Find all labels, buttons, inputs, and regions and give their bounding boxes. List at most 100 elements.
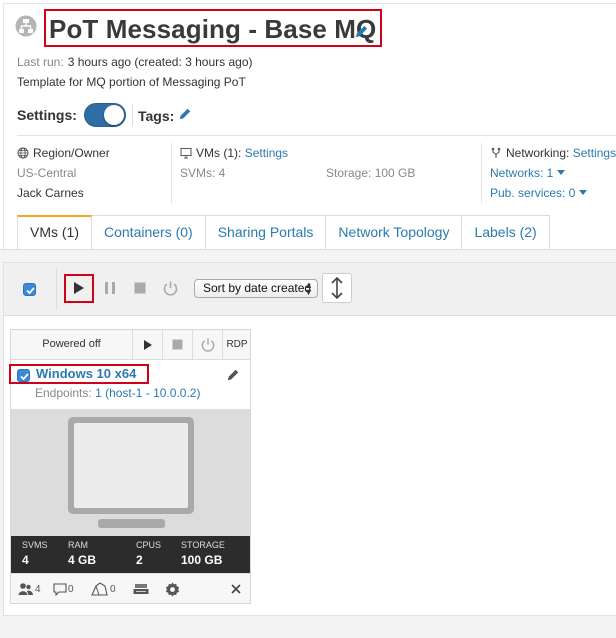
stat-label: SVMS xyxy=(22,540,48,550)
vm-select-checkbox[interactable] xyxy=(17,369,30,382)
vm-settings-button[interactable] xyxy=(165,581,180,597)
settings-toggle[interactable] xyxy=(84,103,126,127)
vm-power-off-button[interactable] xyxy=(193,330,223,359)
play-icon xyxy=(74,282,84,294)
globe-icon xyxy=(17,147,29,159)
stat-label: CPUS xyxy=(136,540,162,550)
vm-delete-button[interactable] xyxy=(231,582,241,596)
vm-card-actions: Powered off RDP xyxy=(11,330,250,360)
stat-label: RAM xyxy=(68,540,88,550)
svms-count: SVMs: 4 xyxy=(180,166,226,180)
comment-icon xyxy=(53,582,67,596)
vm-users-button[interactable]: 4 xyxy=(18,582,41,596)
checkmark-icon xyxy=(20,373,29,381)
title-highlight: PoT Messaging - Base MQ xyxy=(44,9,383,47)
region-value: US-Central xyxy=(17,166,77,180)
comments-count: 0 xyxy=(68,583,74,595)
divider xyxy=(171,143,172,203)
network-fork-icon xyxy=(491,147,501,158)
monitor-icon xyxy=(68,417,194,528)
divider xyxy=(481,143,482,203)
stat-value: 4 GB xyxy=(68,553,97,567)
networks-count: Networks: 1 xyxy=(490,166,554,180)
vm-console-preview[interactable] xyxy=(11,409,250,536)
snapshots-count: 0 xyxy=(110,583,116,595)
play-icon xyxy=(143,339,152,350)
networking-column: Networking: Settings Networks: 1 Pub. se… xyxy=(490,143,616,203)
pub-services-count: Pub. services: 0 xyxy=(490,186,576,200)
stop-icon xyxy=(172,339,183,350)
edit-title-pencil-icon[interactable] xyxy=(354,24,369,39)
vm-card-footer: 4 0 0 xyxy=(11,573,250,603)
vm-comments-button[interactable]: 0 xyxy=(53,582,74,596)
stat-value: 2 xyxy=(136,553,143,567)
gear-icon xyxy=(165,581,180,597)
vm-stop-button[interactable] xyxy=(163,330,193,359)
endpoints-label: Endpoints: xyxy=(35,386,92,400)
sort-select[interactable]: Sort by date created ▲ ▼ xyxy=(194,279,318,298)
users-icon xyxy=(18,583,33,595)
select-all-checkbox[interactable] xyxy=(23,283,36,296)
environment-tabs: VMs (1) Containers (0) Sharing Portals N… xyxy=(17,215,550,250)
stat-storage: STORAGE 100 GB xyxy=(181,539,225,569)
disk-drive-icon xyxy=(133,583,149,594)
last-run-label: Last run: xyxy=(17,55,64,69)
tab-vms[interactable]: VMs (1) xyxy=(17,215,92,250)
checkmark-icon xyxy=(26,287,35,295)
pause-icon xyxy=(105,282,115,294)
networks-dropdown[interactable]: Networks: 1 xyxy=(490,163,616,183)
last-run-value: 3 hours ago (created: 3 hours ago) xyxy=(67,55,253,69)
vm-rdp-button[interactable]: RDP xyxy=(224,330,250,359)
stat-label: STORAGE xyxy=(181,540,225,550)
storage-value: Storage: 100 GB xyxy=(326,166,416,180)
region-owner-column: Region/Owner US-Central Jack Carnes xyxy=(17,143,110,203)
divider xyxy=(56,268,57,310)
select-arrows-icon: ▲ ▼ xyxy=(304,280,313,297)
tab-labels[interactable]: Labels (2) xyxy=(462,215,550,250)
chevron-down-icon xyxy=(579,190,588,195)
suspend-all-button[interactable] xyxy=(99,277,121,299)
edit-tags-pencil-icon[interactable] xyxy=(178,107,192,121)
power-off-all-button[interactable] xyxy=(159,277,181,299)
region-owner-label: Region/Owner xyxy=(33,146,110,160)
endpoints-link[interactable]: 1 (host-1 - 10.0.0.2) xyxy=(95,386,200,400)
sort-arrows-icon xyxy=(331,277,343,299)
divider xyxy=(132,104,133,126)
vms-settings-link[interactable]: Settings xyxy=(245,146,288,160)
page-title: PoT Messaging - Base MQ xyxy=(49,14,377,44)
edit-vm-pencil-icon[interactable] xyxy=(226,368,240,382)
networking-settings-link[interactable]: Settings xyxy=(573,146,616,160)
divider xyxy=(17,135,616,136)
networking-label: Networking: xyxy=(506,146,570,160)
stop-all-button[interactable] xyxy=(129,277,151,299)
tab-network-topology[interactable]: Network Topology xyxy=(326,215,463,250)
vm-run-button[interactable] xyxy=(133,330,163,359)
tags-label: Tags: xyxy=(138,108,175,124)
stat-ram: RAM 4 GB xyxy=(68,539,96,569)
run-all-button[interactable] xyxy=(68,277,90,299)
vms-label: VMs (1): xyxy=(196,146,242,160)
tab-containers[interactable]: Containers (0) xyxy=(92,215,206,250)
vm-snapshots-button[interactable]: 0 xyxy=(91,582,116,596)
last-run: Last run: 3 hours ago (created: 3 hours a… xyxy=(17,55,252,69)
stat-value: 100 GB xyxy=(181,553,223,567)
vm-name-link[interactable]: Windows 10 x64 xyxy=(36,366,136,381)
stop-icon xyxy=(134,282,146,294)
close-icon xyxy=(231,584,241,594)
vms-column: VMs (1): Settings SVMs: 4 Storage: 100 G… xyxy=(180,143,470,183)
tab-sharing-portals[interactable]: Sharing Portals xyxy=(205,215,327,250)
vm-disks-button[interactable] xyxy=(133,582,149,596)
stat-svms: SVMS 4 xyxy=(22,539,48,569)
power-icon xyxy=(163,281,177,296)
users-count: 4 xyxy=(35,583,41,595)
sort-select-value: Sort by date created xyxy=(203,281,312,295)
settings-label: Settings: xyxy=(17,107,77,123)
sort-direction-button[interactable] xyxy=(322,273,352,303)
vm-endpoints: Endpoints: 1 (host-1 - 10.0.0.2) xyxy=(35,386,200,400)
stat-cpus: CPUS 2 xyxy=(136,539,161,569)
owner-value: Jack Carnes xyxy=(17,186,84,200)
vm-status: Powered off xyxy=(11,330,133,359)
environment-icon xyxy=(15,15,37,37)
chevron-down-icon xyxy=(557,170,566,175)
pub-services-dropdown[interactable]: Pub. services: 0 xyxy=(490,183,616,203)
